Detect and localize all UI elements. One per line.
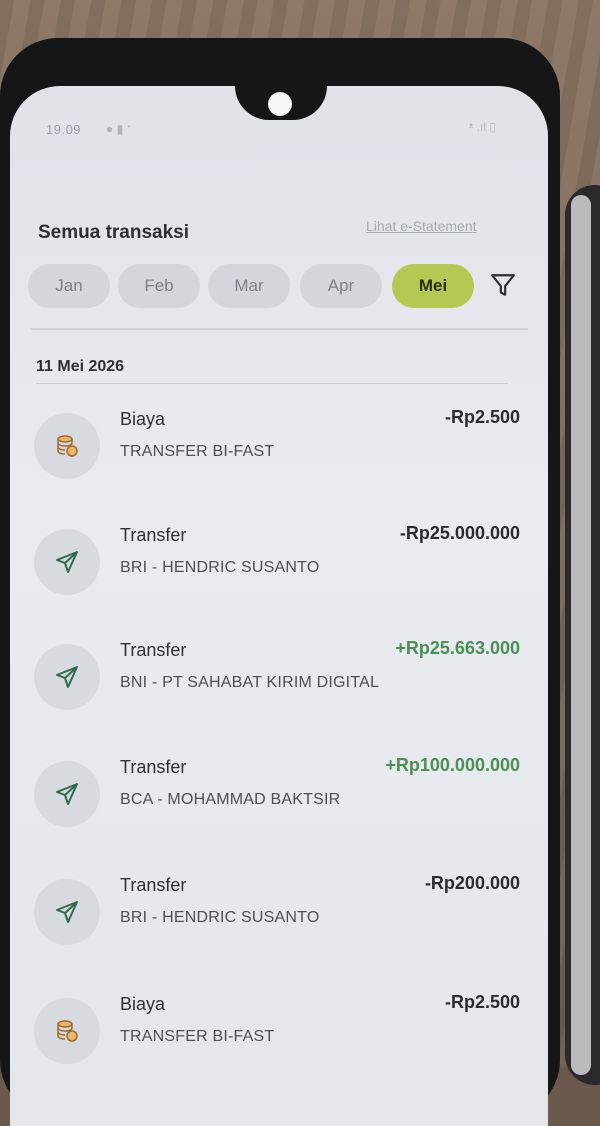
transaction-description: BCA - MOHAMMAD BAKTSIR xyxy=(120,791,341,808)
transaction-row[interactable]: Biaya TRANSFER BI-FAST -Rp2.500 xyxy=(10,992,548,1098)
transaction-type: Transfer xyxy=(120,525,187,545)
coin-stack-icon xyxy=(34,998,100,1064)
filter-icon[interactable] xyxy=(490,272,516,298)
transaction-description: BRI - HENDRIC SUSANTO xyxy=(120,559,320,576)
signal-battery-icons: ᵜ .ıl ▯ xyxy=(468,120,496,134)
send-icon xyxy=(34,529,100,595)
notification-icons: ● ▮ ᐩ xyxy=(106,122,132,136)
transaction-description: TRANSFER BI-FAST xyxy=(120,1028,275,1045)
transaction-type: Biaya xyxy=(120,409,166,429)
phone-frame: 19.09 ● ▮ ᐩ ᵜ .ıl ▯ Semua transaksi Liha… xyxy=(0,38,560,1126)
divider xyxy=(30,328,528,330)
send-icon xyxy=(34,644,100,710)
camera-notch xyxy=(235,86,327,120)
transaction-type: Transfer xyxy=(120,757,187,777)
coin-stack-icon xyxy=(34,413,100,479)
transaction-type: Biaya xyxy=(120,994,166,1014)
month-chip-apr[interactable]: Apr xyxy=(300,264,382,308)
transaction-row[interactable]: Transfer BRI - HENDRIC SUSANTO -Rp25.000… xyxy=(10,523,548,629)
camera-icon xyxy=(268,92,292,116)
month-chip-mar[interactable]: Mar xyxy=(208,264,290,308)
send-icon xyxy=(34,761,100,827)
transaction-type: Transfer xyxy=(120,640,187,660)
transaction-description: TRANSFER BI-FAST xyxy=(120,443,275,460)
transaction-description: BRI - HENDRIC SUSANTO xyxy=(120,909,320,926)
month-filter: Jan Feb Mar Apr Mei xyxy=(28,264,548,314)
transaction-row[interactable]: Biaya TRANSFER BI-FAST -Rp2.500 xyxy=(10,407,548,513)
e-statement-link[interactable]: Lihat e-Statement xyxy=(366,218,477,234)
transaction-row[interactable]: Transfer BRI - HENDRIC SUSANTO -Rp200.00… xyxy=(10,873,548,979)
transaction-description: BNI - PT SAHABAT KIRIM DIGITAL xyxy=(120,674,380,691)
page-title: Semua transaksi xyxy=(38,222,190,243)
transaction-amount: +Rp25.663.000 xyxy=(395,638,520,658)
transaction-row[interactable]: Transfer BCA - MOHAMMAD BAKTSIR +Rp100.0… xyxy=(10,755,548,861)
transaction-type: Transfer xyxy=(120,875,187,895)
transaction-row[interactable]: Transfer BNI - PT SAHABAT KIRIM DIGITAL … xyxy=(10,638,548,744)
second-phone xyxy=(565,185,600,1085)
transaction-amount: -Rp200.000 xyxy=(424,873,520,893)
transaction-amount: +Rp100.000.000 xyxy=(385,755,520,775)
transaction-amount: -Rp2.500 xyxy=(444,992,520,1012)
month-chip-feb[interactable]: Feb xyxy=(118,264,200,308)
status-time: 19.09 xyxy=(46,122,82,137)
transaction-amount: -Rp25.000.000 xyxy=(399,523,520,543)
month-chip-jan[interactable]: Jan xyxy=(28,264,110,308)
divider xyxy=(36,383,508,384)
app-screen: 19.09 ● ▮ ᐩ ᵜ .ıl ▯ Semua transaksi Liha… xyxy=(10,86,548,1126)
month-chip-mei[interactable]: Mei xyxy=(392,264,474,308)
transaction-amount: -Rp2.500 xyxy=(444,407,520,427)
date-group-heading: 11 Mei 2026 xyxy=(36,358,125,375)
send-icon xyxy=(34,879,100,945)
